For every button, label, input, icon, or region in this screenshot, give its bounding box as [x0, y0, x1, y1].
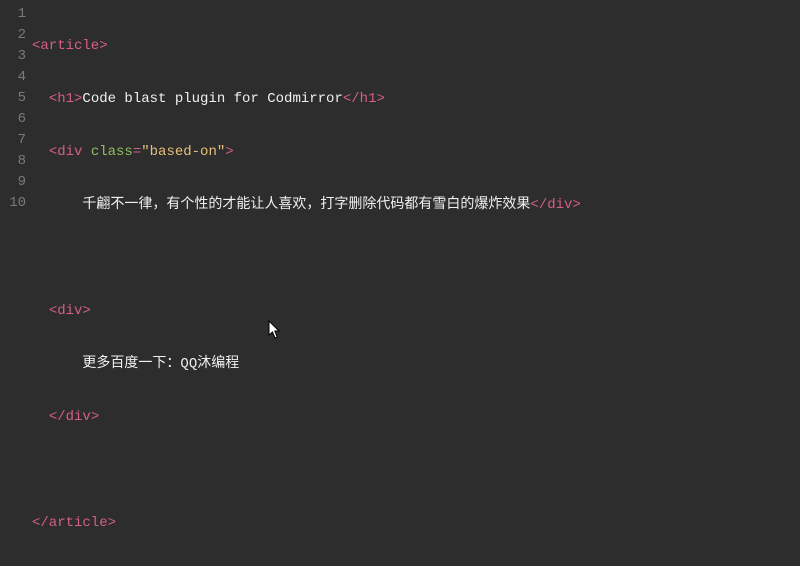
text-content: 千翩不一律，有个性的才能让人喜欢，打字删除代码都有雪白的爆炸效果	[82, 197, 530, 213]
line-number: 7	[0, 130, 26, 151]
indent	[32, 356, 82, 372]
code-area[interactable]: <article> <h1>Code blast plugin for Codm…	[32, 0, 800, 500]
html-tag: <div	[49, 144, 83, 160]
code-line: 更多百度一下：QQ沐编程	[32, 354, 800, 375]
html-tag: <div>	[49, 303, 91, 319]
code-line: <div>	[32, 301, 800, 322]
code-line: <h1>Code blast plugin for Codmirror</h1>	[32, 89, 800, 110]
html-tag: >	[225, 144, 233, 160]
line-number: 5	[0, 88, 26, 109]
code-line: </div>	[32, 407, 800, 428]
code-line	[32, 248, 800, 269]
html-tag: </div>	[530, 197, 580, 213]
line-number: 1	[0, 4, 26, 25]
indent	[32, 197, 82, 213]
indent	[32, 91, 49, 107]
html-tag: <h1>	[49, 91, 83, 107]
code-editor[interactable]: 1 2 3 4 5 6 7 8 9 10 <article> <h1>Code …	[0, 0, 800, 500]
indent	[32, 303, 49, 319]
equals: =	[133, 144, 141, 160]
text-content: Code blast plugin for Codmirror	[82, 91, 342, 107]
html-tag: </article>	[32, 515, 116, 531]
html-attr: class	[91, 144, 133, 160]
line-number: 6	[0, 109, 26, 130]
code-line	[32, 460, 800, 481]
line-number: 8	[0, 151, 26, 172]
line-number: 4	[0, 67, 26, 88]
code-line: <article>	[32, 36, 800, 57]
html-string: "based-on"	[141, 144, 225, 160]
line-number: 2	[0, 25, 26, 46]
code-line: 千翩不一律，有个性的才能让人喜欢，打字删除代码都有雪白的爆炸效果</div>	[32, 195, 800, 216]
html-tag: <article>	[32, 38, 108, 54]
html-tag: </div>	[49, 409, 99, 425]
html-tag: </h1>	[343, 91, 385, 107]
line-number: 10	[0, 193, 26, 214]
space	[82, 144, 90, 160]
indent	[32, 144, 49, 160]
code-line: </article>	[32, 513, 800, 534]
text-content: 更多百度一下：QQ沐编程	[82, 356, 239, 372]
code-line: <div class="based-on">	[32, 142, 800, 163]
line-number: 9	[0, 172, 26, 193]
indent	[32, 409, 49, 425]
line-number: 3	[0, 46, 26, 67]
line-number-gutter: 1 2 3 4 5 6 7 8 9 10	[0, 0, 32, 500]
